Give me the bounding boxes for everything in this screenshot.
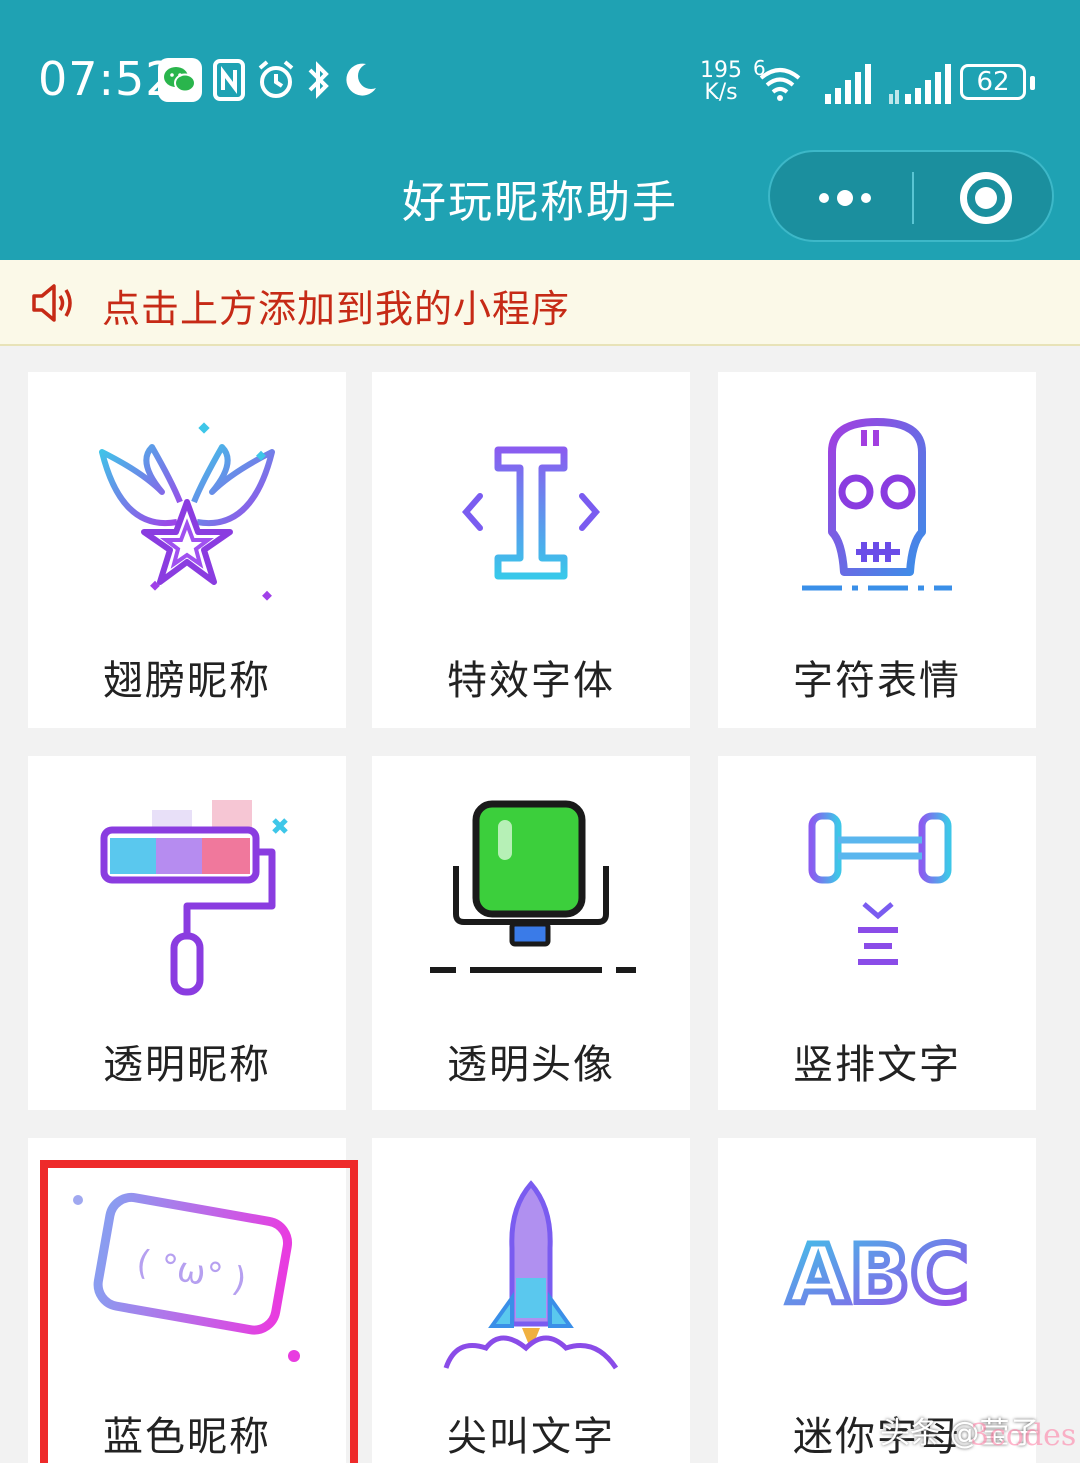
abc-icon: ABC — [784, 1225, 972, 1324]
nfc-icon — [213, 59, 245, 101]
target-icon[interactable] — [960, 172, 1012, 224]
signal-icon — [889, 64, 951, 104]
text-cursor-icon — [462, 446, 600, 580]
battery-tip — [1030, 76, 1035, 90]
paint-roller-icon — [100, 800, 288, 996]
vertical-text-icon — [808, 812, 952, 965]
winged-star-icon — [99, 422, 275, 601]
feature-card-transparent-avatar[interactable]: 透明头像 — [372, 756, 690, 1110]
skull-icon — [802, 418, 952, 591]
network-speed: 195 K/s — [700, 60, 742, 104]
net-speed-unit: K/s — [704, 80, 738, 105]
feature-label: 翅膀昵称 — [103, 658, 271, 704]
feature-label: 竖排文字 — [793, 1042, 961, 1088]
more-icon[interactable] — [810, 172, 880, 224]
speaker-icon — [32, 284, 72, 322]
wechat-icon — [158, 58, 202, 102]
watermark-site: 3codes — [970, 1418, 1077, 1453]
capsule-divider — [912, 172, 914, 224]
feature-card-wing-nickname[interactable]: 翅膀昵称 — [28, 372, 346, 728]
net-speed-value: 195 — [700, 58, 742, 83]
green-square-icon — [430, 800, 636, 973]
feature-card-emoji-characters[interactable]: 字符表情 — [718, 372, 1036, 728]
battery-indicator: 62 — [960, 64, 1026, 100]
notice-bar: 点击上方添加到我的小程序 — [0, 260, 1080, 346]
feature-card-scream-text[interactable]: 尖叫文字 — [372, 1138, 690, 1463]
feature-card-transparent-nickname[interactable]: 透明昵称 — [28, 756, 346, 1110]
feature-label: 字符表情 — [793, 658, 961, 704]
feature-card-vertical-text[interactable]: 竖排文字 — [718, 756, 1036, 1110]
header: 07:52 195 K/s 6 62 好玩昵称助手 — [0, 0, 1080, 260]
status-icons-right: 6 — [753, 56, 953, 104]
signal-icon — [825, 64, 871, 104]
mini-program-page: 07:52 195 K/s 6 62 好玩昵称助手 点击上方添加到我的小程序 翅… — [0, 0, 1080, 1463]
alarm-icon — [258, 60, 294, 98]
feature-label: 特效字体 — [447, 658, 615, 704]
feature-label: 尖叫文字 — [447, 1414, 615, 1460]
rocket-icon — [443, 1180, 619, 1370]
status-icons-left — [158, 58, 380, 102]
status-time: 07:52 — [38, 52, 176, 106]
wifi-tag: 6 — [753, 56, 766, 80]
wifi-icon: 6 — [753, 56, 805, 104]
highlight-box — [40, 1160, 358, 1463]
feature-card-effect-font[interactable]: 特效字体 — [372, 372, 690, 728]
feature-label: 透明头像 — [447, 1042, 615, 1088]
notice-text: 点击上方添加到我的小程序 — [102, 287, 571, 331]
bluetooth-icon — [308, 61, 329, 99]
moon-icon — [346, 63, 376, 96]
abc-text: ABC — [787, 1228, 969, 1321]
mini-program-capsule — [768, 150, 1054, 242]
feature-label: 透明昵称 — [103, 1042, 271, 1088]
